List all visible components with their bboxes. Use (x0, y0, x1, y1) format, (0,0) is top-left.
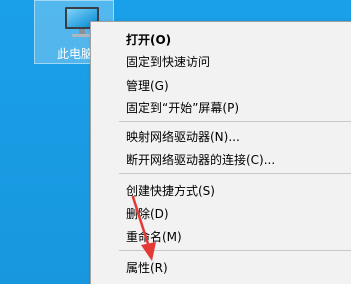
desktop: 此电脑 打开(O) 固定到快速访问 管理(G) 固定到“开始”屏幕(P) 映射网… (0, 0, 351, 284)
menu-item-label: 固定到“开始”屏幕(P) (126, 101, 240, 115)
menu-item-label: 断开网络驱动器的连接(C)... (126, 153, 276, 167)
menu-item-label: 创建快捷方式(S) (126, 184, 215, 198)
menu-separator (119, 173, 351, 174)
menu-item-label: 重命名(M) (126, 230, 182, 244)
menu-item-label: 打开(O) (126, 33, 172, 47)
menu-item-pin-quick-access[interactable]: 固定到快速访问 (91, 50, 351, 74)
menu-item-label: 固定到快速访问 (126, 55, 211, 69)
menu-item-manage[interactable]: 管理(G) (91, 74, 351, 98)
menu-item-label: 属性(R) (126, 261, 168, 275)
menu-item-label: 映射网络驱动器(N)... (126, 130, 240, 144)
menu-item-properties[interactable]: 属性(R) (91, 256, 351, 280)
menu-item-rename[interactable]: 重命名(M) (91, 225, 351, 249)
menu-item-disconnect-network-drive[interactable]: 断开网络驱动器的连接(C)... (91, 148, 351, 172)
menu-item-open[interactable]: 打开(O) (91, 28, 351, 52)
menu-item-map-network-drive[interactable]: 映射网络驱动器(N)... (91, 125, 351, 149)
menu-item-pin-start[interactable]: 固定到“开始”屏幕(P) (91, 96, 351, 120)
menu-separator (119, 250, 351, 251)
menu-separator (119, 121, 351, 122)
menu-item-label: 管理(G) (126, 79, 169, 93)
context-menu: 打开(O) 固定到快速访问 管理(G) 固定到“开始”屏幕(P) 映射网络驱动器… (90, 21, 351, 284)
menu-item-label: 删除(D) (126, 207, 169, 221)
menu-item-delete[interactable]: 删除(D) (91, 202, 351, 226)
menu-item-create-shortcut[interactable]: 创建快捷方式(S) (91, 179, 351, 203)
